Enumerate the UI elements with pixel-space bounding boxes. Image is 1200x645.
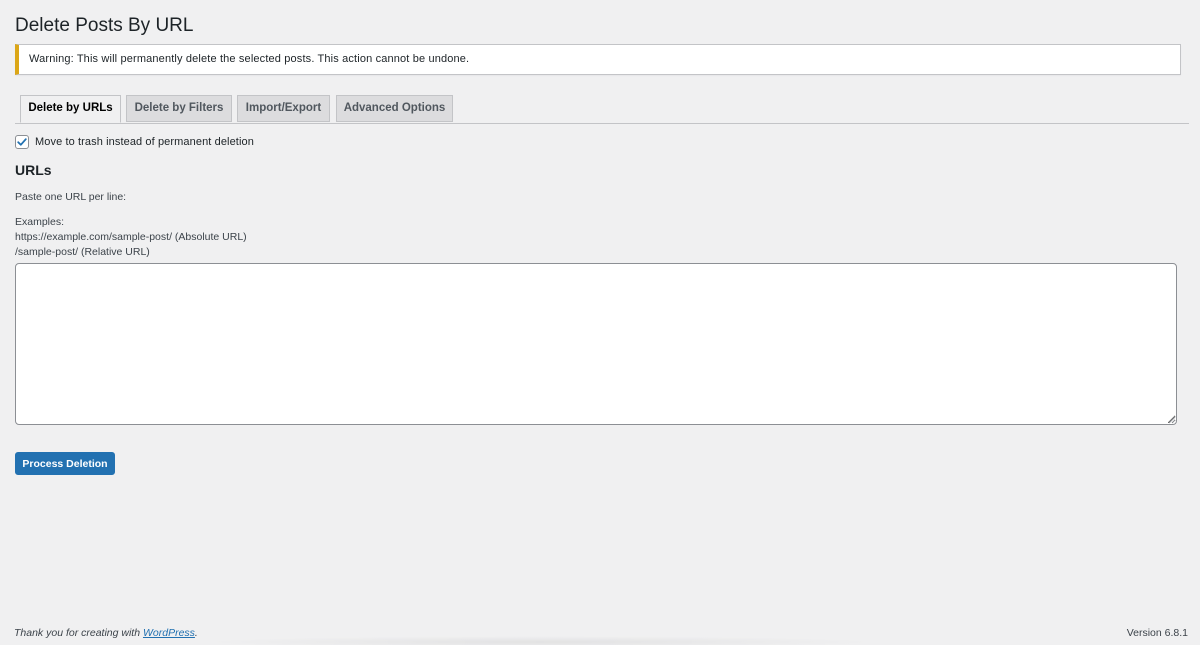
admin-page: Delete Posts By URL Warning: This will p… [0,0,1200,645]
tab-bar: Delete by URLs Delete by Filters Import/… [15,95,1189,124]
tab-delete-by-urls[interactable]: Delete by URLs [20,95,121,123]
trash-option-row: Move to trash instead of permanent delet… [15,135,254,149]
warning-notice-text: Warning: This will permanently delete th… [29,53,470,65]
checkmark-icon [17,138,27,146]
trash-checkbox-label[interactable]: Move to trash instead of permanent delet… [35,136,254,148]
urls-instruction: Paste one URL per line: [15,191,127,203]
footer-thanks-suffix: . [194,627,198,639]
tab-advanced-options[interactable]: Advanced Options [336,95,453,122]
warning-notice: Warning: This will permanently delete th… [15,44,1181,75]
page-title: Delete Posts By URL [15,15,194,36]
wordpress-link[interactable]: WordPress [143,627,195,639]
resize-grip-icon[interactable] [1168,416,1176,424]
urls-textarea[interactable] [15,263,1177,425]
urls-section-title: URLs [15,162,52,178]
footer-version: Version 6.8.1 [1126,627,1188,639]
footer-shadow [200,636,880,645]
process-deletion-button[interactable]: Process Deletion [15,452,115,475]
example-absolute-url: https://example.com/sample-post/ (Absolu… [15,231,247,243]
tab-delete-by-filters[interactable]: Delete by Filters [126,95,232,122]
footer-thanks-prefix: Thank you for creating with [14,627,143,639]
example-relative-url: /sample-post/ (Relative URL) [15,246,150,258]
trash-checkbox[interactable] [15,135,29,149]
footer-thanks: Thank you for creating with WordPress. [14,627,198,639]
tab-import-export[interactable]: Import/Export [237,95,330,122]
examples-label: Examples: [15,216,65,228]
